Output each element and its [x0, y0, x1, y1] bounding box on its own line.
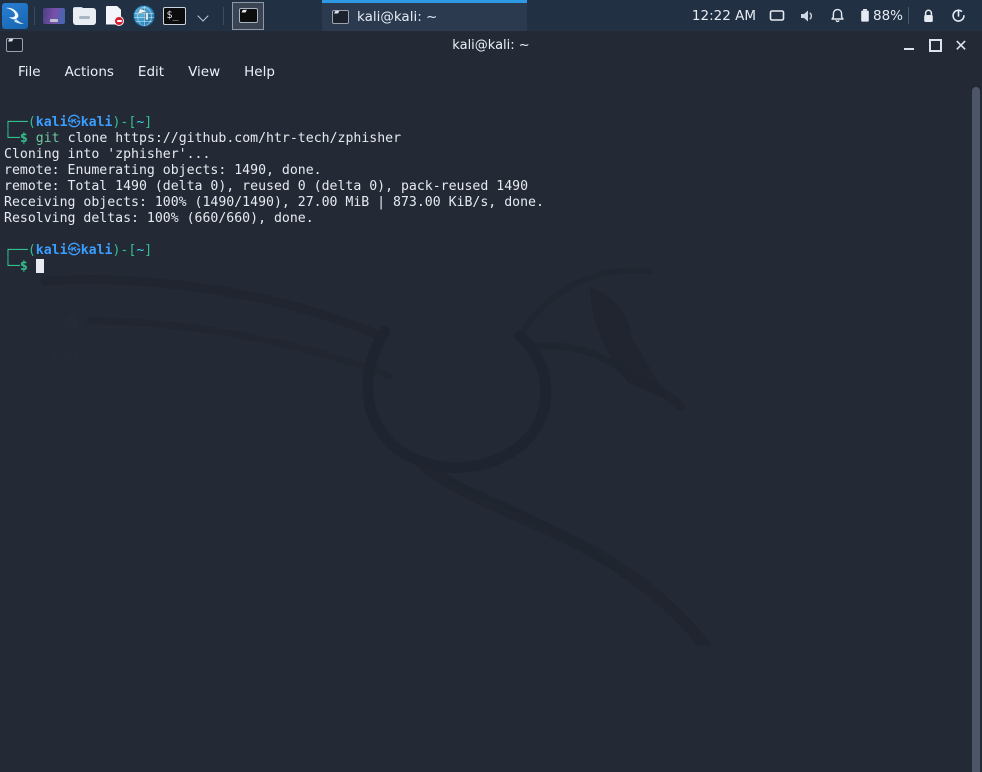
prompt-host: kali: [80, 115, 113, 131]
prompt-close-paren: )-[: [112, 115, 137, 131]
prompt-dollar: $: [19, 131, 28, 147]
command-keyword: git: [35, 131, 60, 147]
lock-icon[interactable]: [914, 0, 943, 31]
terminal-scrollbar[interactable]: [969, 85, 982, 772]
window-title: kali@kali: ~: [452, 37, 530, 53]
prompt-line-top-2: ┌──(kali㉿kali)-[~]: [4, 243, 152, 258]
prompt-close-bracket: ]: [144, 115, 153, 131]
menu-item-actions[interactable]: Actions: [55, 61, 124, 83]
prompt-close-bracket: ]: [144, 243, 153, 259]
prompt-dollar: $: [19, 259, 28, 275]
app-launcher-glyph: [43, 7, 65, 24]
document-glyph: [104, 5, 124, 26]
display-icon[interactable]: [762, 0, 792, 31]
prompt-box-top: ┌──(: [4, 115, 36, 131]
kali-menu-icon[interactable]: [0, 0, 30, 31]
menu-item-edit[interactable]: Edit: [128, 61, 174, 83]
terminal-viewport[interactable]: ┌──(kali㉿kali)-[~] └─$ git clone https:/…: [0, 85, 982, 772]
terminal-icon[interactable]: $_: [159, 0, 189, 31]
task-button-terminal[interactable]: kali@kali: ~: [322, 0, 527, 31]
menu-item-help[interactable]: Help: [234, 61, 285, 83]
prompt-at-glyph: ㉿: [67, 243, 81, 259]
output-line: Resolving deltas: 100% (660/660), done.: [4, 211, 314, 227]
system-tray: 12:22 AM 88%: [692, 0, 982, 31]
terminal-output[interactable]: ┌──(kali㉿kali)-[~] └─$ git clone https:/…: [0, 85, 982, 772]
menu-item-file[interactable]: File: [8, 61, 51, 83]
prompt-box-bottom: └─: [4, 131, 20, 147]
panel-launchers: $_: [0, 0, 264, 31]
logout-icon[interactable]: [943, 0, 974, 31]
window-icon: [6, 36, 23, 52]
command-line: └─$ git clone https://github.com/htr-tec…: [4, 131, 401, 146]
text-editor-icon[interactable]: [99, 0, 129, 31]
maximize-button[interactable]: [922, 32, 948, 58]
close-button[interactable]: ✕: [948, 32, 974, 58]
terminal-launcher-active[interactable]: [232, 1, 264, 30]
prompt-at-glyph: ㉿: [67, 115, 81, 131]
window-controls: ✕: [896, 32, 982, 58]
window-titlebar[interactable]: kali@kali: ~ ✕: [0, 31, 982, 59]
prompt-box-bottom: └─: [4, 259, 20, 275]
output-line: Cloning into 'zphisher'...: [4, 147, 211, 163]
battery-icon[interactable]: [852, 0, 871, 31]
chevron-glyph: [196, 8, 212, 24]
kali-dragon-logo: [2, 2, 28, 29]
folder-glyph: [72, 6, 96, 25]
terminal-window: kali@kali: ~ ✕ File Actions Edit View He…: [0, 31, 982, 772]
clock[interactable]: 12:22 AM: [692, 8, 762, 24]
prompt-user: kali: [35, 115, 68, 131]
task-button-icon: [332, 8, 349, 24]
terminal-glyph: $_: [162, 6, 186, 25]
launcher-divider-2: [223, 6, 224, 25]
file-manager-icon[interactable]: [69, 0, 99, 31]
command-arguments: clone https://github.com/htr-tech/zphish…: [59, 131, 402, 147]
tray-divider: [908, 7, 909, 24]
output-line: Receiving objects: 100% (1490/1490), 27.…: [4, 195, 544, 211]
launcher-divider-1: [34, 6, 35, 25]
globe-glyph: [133, 4, 155, 27]
web-browser-icon[interactable]: [129, 0, 159, 31]
battery-percent: 88%: [872, 7, 903, 24]
app-launcher-icon[interactable]: [39, 0, 69, 31]
prompt-line-top: ┌──(kali㉿kali)-[~]: [4, 115, 152, 130]
output-line: remote: Total 1490 (delta 0), reused 0 (…: [4, 179, 529, 195]
output-line: remote: Enumerating objects: 1490, done.: [4, 163, 322, 179]
prompt-user: kali: [35, 243, 68, 259]
active-prompt-line: └─$: [4, 259, 44, 274]
minimize-button[interactable]: [896, 32, 922, 58]
prompt-host: kali: [80, 243, 113, 259]
scrollbar-thumb[interactable]: [972, 87, 980, 772]
menu-bar: File Actions Edit View Help: [0, 59, 982, 85]
task-button-label: kali@kali: ~: [357, 9, 438, 25]
block-cursor: [35, 259, 44, 274]
menu-item-view[interactable]: View: [178, 61, 230, 83]
prompt-close-paren: )-[: [112, 243, 137, 259]
top-panel: $_ kali@kali: ~ 12:22 AM: [0, 0, 982, 31]
bell-icon[interactable]: [823, 0, 852, 31]
terminal-glyph-small: [238, 7, 258, 23]
prompt-box-top: ┌──(: [4, 243, 36, 259]
volume-icon[interactable]: [792, 0, 823, 31]
chevron-down-icon[interactable]: [189, 0, 219, 31]
